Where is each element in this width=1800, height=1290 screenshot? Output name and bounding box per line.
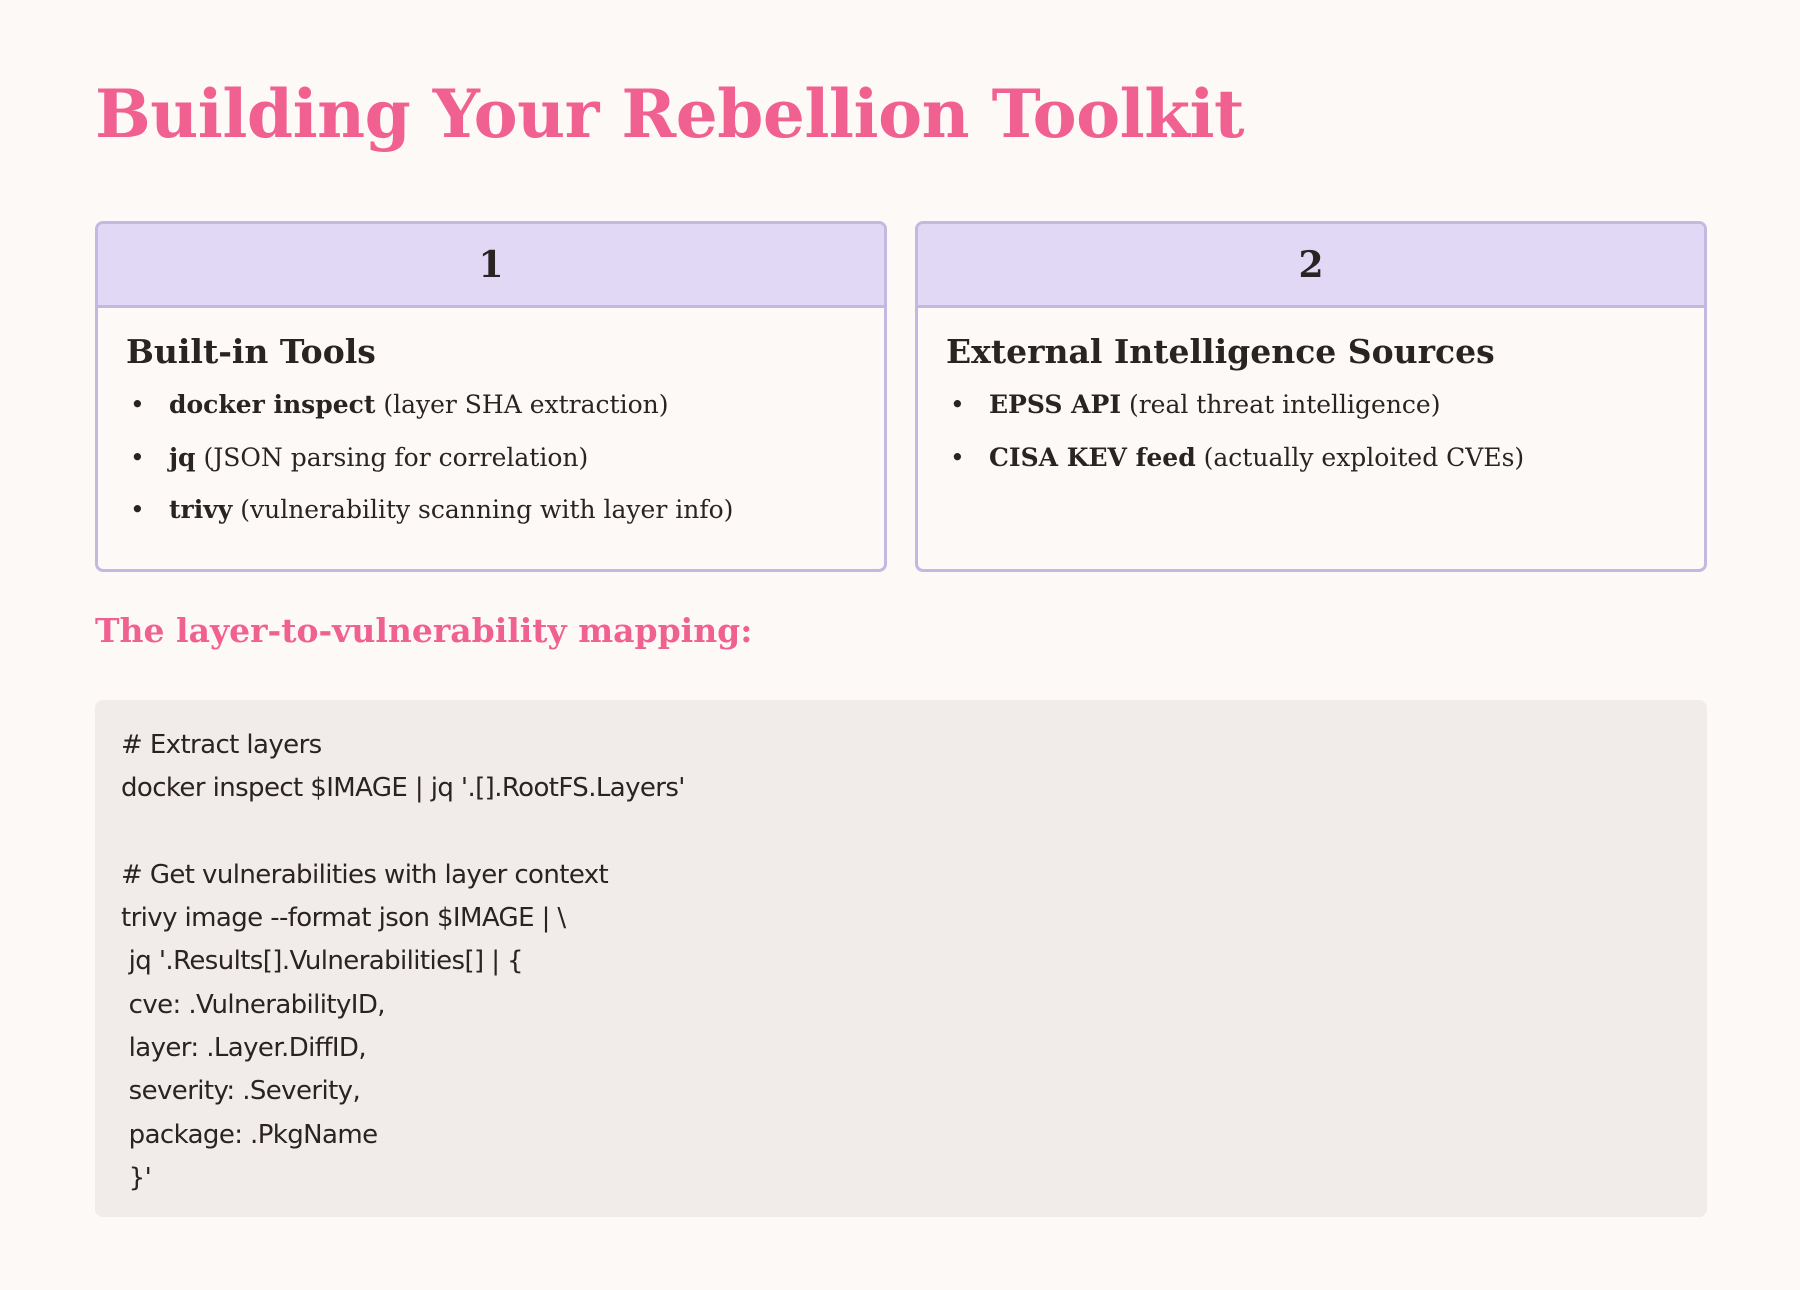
card-external-intelligence: 2 External Intelligence Sources • EPSS AP… <box>915 221 1707 572</box>
card-body: Built-in Tools • docker inspect (layer SH… <box>98 308 884 567</box>
source-list: • EPSS API (real threat intelligence) • CI… <box>946 389 1674 474</box>
tool-name: trivy <box>169 495 233 524</box>
code-line: # Get vulnerabilities with layer context <box>121 859 609 890</box>
bullet: • <box>950 390 965 419</box>
tool-list: • docker inspect (layer SHA extraction) •… <box>126 389 854 527</box>
list-item: • docker inspect (layer SHA extraction) <box>126 389 854 422</box>
bullet: • <box>130 442 145 472</box>
source-description: (real threat intelligence) <box>1121 390 1441 419</box>
bullet: • <box>130 495 145 524</box>
card-built-in-tools: 1 Built-in Tools • docker inspect (layer … <box>95 221 887 572</box>
code-line: severity: .Severity, <box>121 1076 361 1107</box>
bullet: • <box>130 390 145 419</box>
tool-description: (vulnerability scanning with layer info) <box>232 495 734 524</box>
card-heading: External Intelligence Sources <box>946 332 1495 371</box>
tool-description: (JSON parsing for correlation) <box>195 442 589 472</box>
list-item: • CISA KEV feed (actually exploited CVEs) <box>946 442 1674 475</box>
mapping-heading: The layer-to-vulnerability mapping: <box>95 611 753 650</box>
card-body: External Intelligence Sources • EPSS API … <box>918 308 1704 514</box>
list-item: • trivy (vulnerability scanning with laye… <box>126 494 854 527</box>
tool-cards: 1 Built-in Tools • docker inspect (layer … <box>95 221 1707 572</box>
source-name: EPSS API <box>989 390 1122 419</box>
code-line: docker inspect $IMAGE | jq '.[].RootFS.L… <box>121 773 685 804</box>
code-line: layer: .Layer.DiffID, <box>121 1033 367 1064</box>
code-line: trivy image --format json $IMAGE | \ <box>121 903 566 934</box>
code-block: # Extract layers docker inspect $IMAGE |… <box>95 700 1707 1217</box>
code-line: cve: .VulnerabilityID, <box>121 989 386 1020</box>
tool-name: docker inspect <box>169 390 376 419</box>
code-line: # Extract layers <box>121 730 322 760</box>
code-line: jq '.Results[].Vulnerabilities[] | { <box>121 946 524 977</box>
card-number: 1 <box>98 224 884 308</box>
card-number: 2 <box>918 224 1704 308</box>
list-item: • jq (JSON parsing for correlation) <box>126 442 854 475</box>
list-item: • EPSS API (real threat intelligence) <box>946 389 1674 422</box>
slide: Building Your Rebellion Toolkit 1 Built-… <box>95 0 1707 1290</box>
page-title: Building Your Rebellion Toolkit <box>95 75 1245 153</box>
tool-name: jq <box>169 442 196 472</box>
card-heading: Built-in Tools <box>126 332 376 371</box>
source-name: CISA KEV feed <box>989 442 1196 472</box>
bullet: • <box>950 442 965 472</box>
tool-description: (layer SHA extraction) <box>375 390 669 419</box>
source-description: (actually exploited CVEs) <box>1195 442 1525 472</box>
code-line: package: .PkgName <box>121 1119 378 1150</box>
code-line: }' <box>121 1162 152 1193</box>
